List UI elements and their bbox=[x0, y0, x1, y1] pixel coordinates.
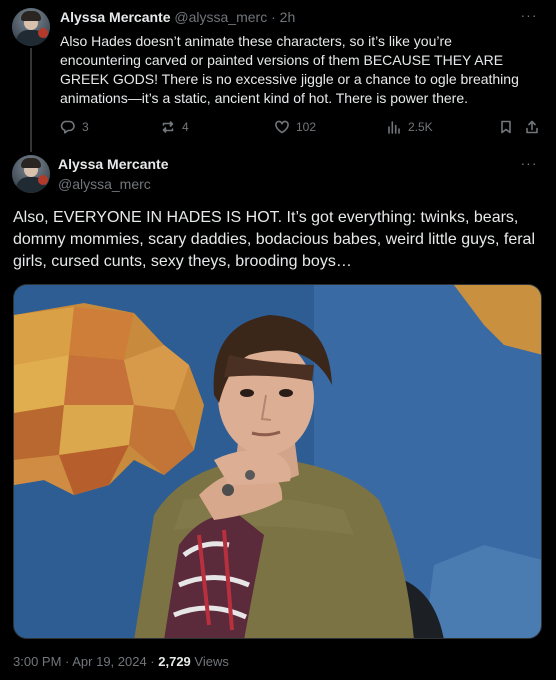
repost-icon bbox=[162, 121, 174, 133]
author-name[interactable]: Alyssa Mercante bbox=[58, 156, 169, 172]
views-label: Views bbox=[190, 654, 229, 669]
avatar[interactable] bbox=[12, 8, 50, 46]
tweet-footer: 3:00 PM · Apr 19, 2024 · 2,729 Views bbox=[13, 654, 229, 669]
views-icon bbox=[388, 121, 400, 134]
thread-connector-line bbox=[30, 48, 32, 152]
repost-count: 4 bbox=[182, 120, 189, 134]
avatar[interactable] bbox=[12, 155, 50, 193]
author-name[interactable]: Alyssa Mercante bbox=[60, 9, 171, 25]
views-count: 2.5K bbox=[408, 120, 433, 134]
tweet-header: Alyssa Mercante @alyssa_merc · 2h bbox=[60, 9, 295, 25]
share-button[interactable] bbox=[524, 117, 546, 137]
views-button[interactable]: 2.5K bbox=[386, 117, 433, 137]
media-illustration bbox=[14, 285, 541, 638]
bookmark-button[interactable] bbox=[498, 117, 520, 137]
tweet-actions: 3 4 102 2.5K bbox=[60, 117, 540, 137]
like-count: 102 bbox=[296, 120, 317, 134]
reply-count: 3 bbox=[82, 120, 89, 134]
tweet-media-image[interactable] bbox=[13, 284, 542, 639]
reply-tweet[interactable]: Alyssa Mercante @alyssa_merc · 2h ··· Al… bbox=[0, 0, 556, 152]
tweet-text: Also Hades doesn’t animate these charact… bbox=[60, 33, 519, 106]
like-icon bbox=[275, 120, 289, 134]
separator-dot: · bbox=[271, 9, 276, 25]
bookmark-icon bbox=[501, 120, 511, 134]
timestamp[interactable]: 2h bbox=[280, 9, 296, 25]
more-icon[interactable]: ··· bbox=[520, 156, 538, 176]
author-handle[interactable]: @alyssa_merc bbox=[58, 176, 151, 192]
tweet-timestamp[interactable]: 3:00 PM · Apr 19, 2024 · bbox=[13, 654, 158, 669]
share-icon bbox=[526, 120, 538, 134]
more-icon[interactable]: ··· bbox=[520, 8, 538, 28]
repost-button[interactable]: 4 bbox=[160, 117, 189, 137]
like-button[interactable]: 102 bbox=[274, 117, 316, 137]
views-count: 2,729 bbox=[158, 654, 191, 669]
reply-button[interactable]: 3 bbox=[60, 117, 89, 137]
reply-icon bbox=[60, 120, 75, 134]
author-handle[interactable]: @alyssa_merc bbox=[174, 9, 267, 25]
tweet-text: Also, EVERYONE IN HADES IS HOT. It’s got… bbox=[13, 209, 535, 270]
